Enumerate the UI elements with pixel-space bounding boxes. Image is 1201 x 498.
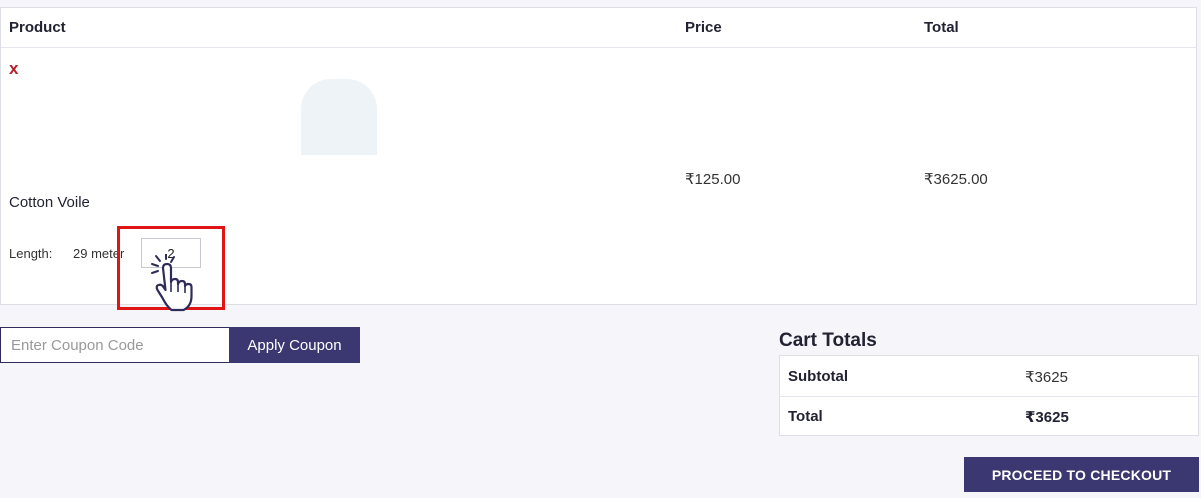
subtotal-label: Subtotal: [788, 368, 848, 385]
product-thumbnail[interactable]: [301, 79, 377, 155]
product-name[interactable]: Cotton Voile: [9, 194, 90, 211]
product-header: Product: [9, 19, 66, 36]
cart-totals-title: Cart Totals: [779, 330, 877, 351]
total-label: Total: [788, 408, 823, 425]
total-header: Total: [924, 19, 959, 36]
remove-item-button[interactable]: x: [9, 59, 18, 79]
subtotal-row: Subtotal ₹3625: [780, 356, 1198, 397]
apply-coupon-button[interactable]: Apply Coupon: [229, 327, 360, 363]
total-value: ₹3625: [1025, 409, 1069, 426]
coupon-code-input[interactable]: [0, 327, 229, 363]
item-total: ₹3625.00: [924, 171, 988, 188]
total-row: Total ₹3625: [780, 396, 1198, 436]
hand-pointer-icon: [148, 253, 198, 319]
length-label: Length:: [9, 246, 53, 261]
price-header: Price: [685, 19, 722, 36]
cart-totals-table: Subtotal ₹3625 Total ₹3625: [779, 355, 1199, 436]
item-price: ₹125.00: [685, 171, 741, 188]
proceed-to-checkout-button[interactable]: PROCEED TO CHECKOUT: [964, 457, 1199, 492]
subtotal-value: ₹3625: [1025, 369, 1068, 386]
cart-table-header: Product Price Total: [1, 8, 1196, 48]
